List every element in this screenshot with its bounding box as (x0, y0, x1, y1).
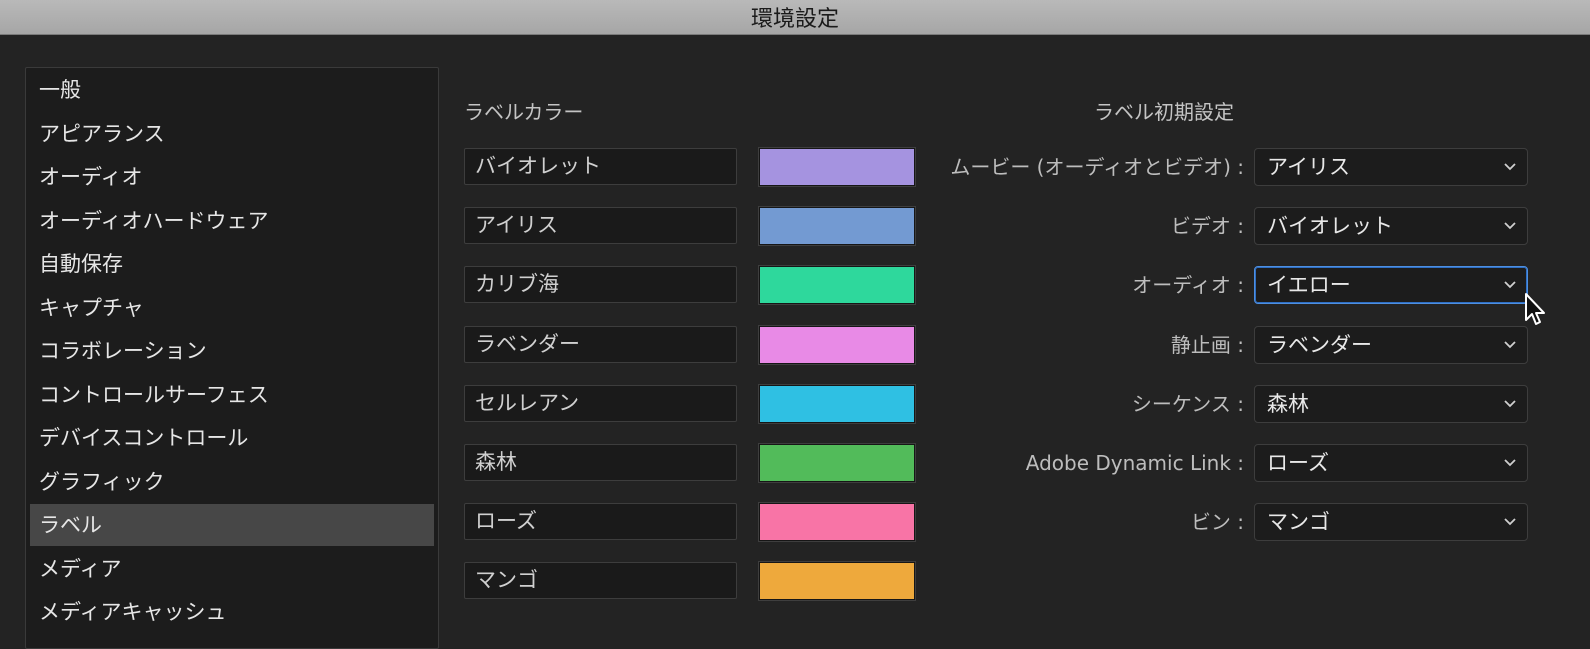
sidebar-item[interactable]: メディアキャッシュ (30, 591, 434, 633)
label-default-dropdown[interactable]: マンゴ (1254, 503, 1528, 542)
sidebar-item[interactable]: コントロールサーフェス (30, 374, 434, 416)
chevron-down-icon (1504, 163, 1516, 171)
label-color-name-field[interactable]: カリブ海 (464, 266, 737, 304)
label-color-swatch[interactable] (758, 383, 916, 424)
label-default-label: ムービー (オーディオとビデオ) : (950, 155, 1244, 179)
sidebar-item[interactable]: メディア (30, 548, 434, 590)
label-color-name-field[interactable]: ラベンダー (464, 325, 737, 363)
dropdown-value: 森林 (1267, 391, 1309, 416)
mouse-pointer-icon (1525, 293, 1545, 325)
dropdown-value: ローズ (1267, 451, 1329, 475)
chevron-down-icon (1504, 400, 1516, 408)
label-default-label: Adobe Dynamic Link : (1025, 451, 1244, 475)
label-default-dropdown[interactable]: ローズ (1254, 444, 1528, 482)
label-color-swatch[interactable] (758, 206, 916, 247)
label-color-name-field[interactable]: セルレアン (464, 384, 737, 422)
label-default-dropdown[interactable]: バイオレット (1254, 207, 1528, 246)
sidebar-item[interactable]: オーディオハードウェア (30, 200, 434, 242)
sidebar-item[interactable]: 自動保存 (30, 243, 434, 285)
label-default-dropdown[interactable]: 森林 (1254, 384, 1528, 423)
sidebar-item[interactable]: 一般 (30, 69, 434, 111)
label-default-label: シーケンス : (1131, 391, 1244, 416)
chevron-down-icon (1504, 459, 1516, 467)
label-default-label: 静止画 : (1170, 332, 1244, 357)
chevron-down-icon (1504, 340, 1516, 348)
label-color-swatch[interactable] (758, 147, 916, 187)
label-default-label: オーディオ : (1132, 273, 1244, 298)
label-color-swatch[interactable] (758, 324, 916, 365)
sidebar-item[interactable]: デバイスコントロール (30, 417, 434, 459)
dropdown-value: バイオレット (1267, 214, 1393, 239)
dropdown-value: マンゴ (1267, 510, 1330, 535)
label-color-name-field[interactable]: バイオレット (464, 148, 737, 185)
chevron-down-icon (1504, 281, 1516, 289)
label-default-label: ビデオ : (1170, 214, 1244, 239)
label-color-name-field[interactable]: ローズ (464, 503, 737, 541)
preferences-window: 一般 アピアランス オーディオ オーディオハードウェア 自動保存 キャプチャ コラボレーショ… (0, 35, 1590, 649)
label-color-name-field[interactable]: マンゴ (464, 562, 737, 600)
dropdown-value: アイリス (1267, 155, 1350, 179)
label-colors-title: ラベルカラー (464, 100, 584, 124)
sidebar-item[interactable]: キャプチャ (30, 287, 434, 329)
label-color-name-field[interactable]: 森林 (464, 444, 737, 481)
sidebar-item[interactable]: グラフィック (30, 461, 434, 503)
label-default-dropdown[interactable]: アイリス (1254, 148, 1528, 186)
sidebar-item[interactable]: アピアランス (30, 113, 434, 155)
dropdown-value: ラベンダー (1267, 332, 1372, 357)
label-default-dropdown[interactable]: イエロー (1254, 266, 1528, 305)
label-color-swatch[interactable] (758, 443, 916, 483)
label-color-swatch[interactable] (758, 561, 916, 602)
sidebar-item[interactable]: オーディオ (30, 156, 434, 198)
window-titlebar: 環境設定 (0, 0, 1590, 35)
label-default-label: ビン : (1190, 510, 1244, 535)
sidebar-item[interactable]: コラボレーション (30, 330, 434, 372)
label-color-name-field[interactable]: アイリス (464, 207, 737, 245)
chevron-down-icon (1504, 518, 1516, 526)
label-defaults-title: ラベル初期設定 (1094, 100, 1234, 124)
label-color-swatch[interactable] (758, 502, 916, 543)
sidebar-item[interactable]: ラベル (30, 504, 434, 546)
window-title: 環境設定 (750, 7, 839, 32)
dropdown-value: イエロー (1267, 273, 1351, 298)
preferences-sidebar: 一般 アピアランス オーディオ オーディオハードウェア 自動保存 キャプチャ コラボレーショ… (25, 67, 439, 649)
label-default-dropdown[interactable]: ラベンダー (1254, 325, 1528, 364)
chevron-down-icon (1504, 222, 1516, 230)
label-color-swatch[interactable] (758, 265, 916, 306)
